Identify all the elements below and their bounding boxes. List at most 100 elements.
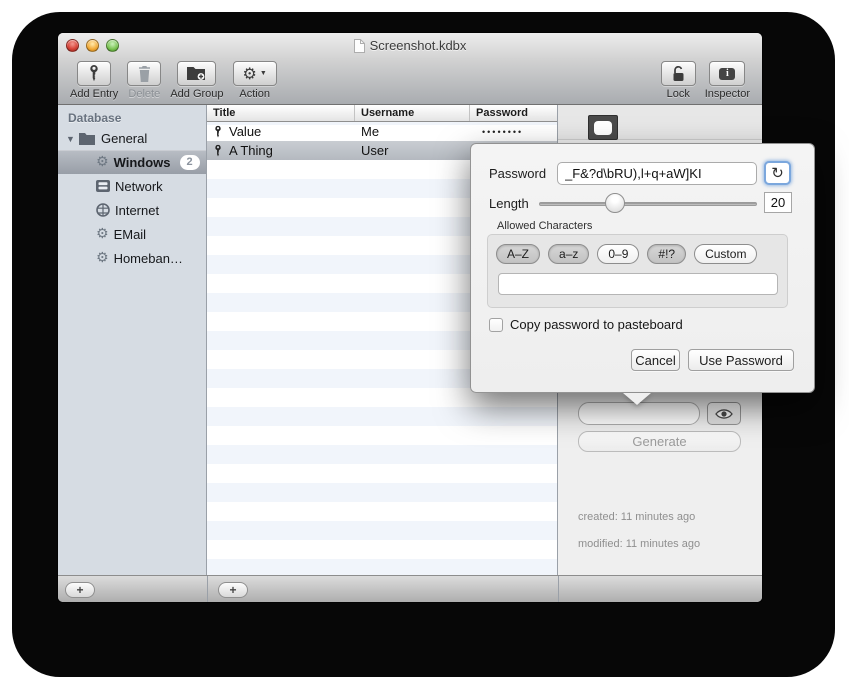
- add-entry-button[interactable]: [77, 61, 111, 86]
- delete-label: Delete: [128, 88, 160, 100]
- close-button[interactable]: [66, 39, 79, 52]
- add-entry-toolbar-item: Add Entry: [70, 61, 118, 100]
- charset-digits-toggle[interactable]: 0–9: [597, 244, 639, 264]
- entry-password-field[interactable]: [578, 402, 700, 425]
- cancel-button[interactable]: Cancel: [631, 349, 680, 371]
- add-group-label: Add Group: [170, 88, 223, 100]
- add-entry-label: Add Entry: [70, 88, 118, 100]
- document-icon: [354, 39, 365, 53]
- eye-icon: [715, 408, 733, 420]
- copy-to-pasteboard-row: Copy password to pasteboard: [489, 317, 683, 332]
- length-value-field[interactable]: [764, 192, 792, 213]
- copy-password-label: Copy password to pasteboard: [510, 317, 683, 332]
- inspector-label: Inspector: [705, 88, 750, 100]
- charset-uppercase-toggle[interactable]: A–Z: [496, 244, 540, 264]
- trash-icon: [138, 66, 151, 82]
- sidebar-item-homebanking[interactable]: ⚙ Homeban…: [58, 246, 206, 270]
- sidebar-item-windows[interactable]: ⚙ Windows 2: [58, 150, 206, 174]
- entry-count-badge: 2: [180, 155, 200, 170]
- window-title: Screenshot.kdbx: [354, 38, 467, 53]
- cell-password: ••••••••: [470, 127, 557, 137]
- sidebar-group-label: General: [101, 131, 147, 146]
- add-group-toolbar-item: Add Group: [170, 61, 223, 100]
- cell-title: Value: [229, 124, 261, 139]
- window-title-text: Screenshot.kdbx: [370, 38, 467, 53]
- inspector-toolbar-item: i Inspector: [705, 61, 750, 100]
- allowed-characters-label: Allowed Characters: [497, 220, 592, 232]
- divider: [207, 576, 208, 602]
- gear-icon: ⚙: [243, 66, 257, 82]
- lock-button[interactable]: [661, 61, 696, 86]
- inspector-icon: i: [719, 68, 735, 80]
- key-icon: [213, 144, 223, 158]
- add-entry-plus-button[interactable]: +: [218, 582, 248, 598]
- charset-symbols-toggle[interactable]: #!?: [647, 244, 686, 264]
- use-password-button[interactable]: Use Password: [688, 349, 794, 371]
- created-timestamp: created: 11 minutes ago: [578, 511, 695, 523]
- zoom-button[interactable]: [106, 39, 119, 52]
- generate-button[interactable]: Generate: [578, 431, 741, 452]
- generated-password-field[interactable]: [557, 162, 757, 185]
- folder-plus-icon: [187, 66, 206, 81]
- add-group-plus-button[interactable]: +: [65, 582, 95, 598]
- length-slider-thumb[interactable]: [605, 193, 625, 213]
- sidebar-group-general[interactable]: ▼ General: [58, 127, 206, 150]
- sidebar-item-label: EMail: [114, 227, 147, 242]
- action-toolbar-item: ⚙ ▼ Action: [233, 61, 277, 100]
- globe-icon: [96, 203, 110, 217]
- gear-icon: ⚙: [96, 155, 109, 169]
- folder-icon: [78, 133, 96, 145]
- popover-arrow: [623, 393, 651, 405]
- sidebar-section-database: Database: [58, 105, 206, 127]
- key-icon: [87, 65, 101, 82]
- lock-toolbar-item: Lock: [661, 61, 696, 100]
- sidebar-item-label: Homeban…: [114, 251, 183, 266]
- unlock-icon: [671, 65, 686, 82]
- table-row[interactable]: Value Me ••••••••: [207, 122, 557, 141]
- column-header-username[interactable]: Username: [355, 105, 470, 121]
- divider: [558, 576, 559, 602]
- key-icon: [213, 125, 223, 139]
- screenshot-canvas: Screenshot.kdbx Add Entry Delete: [0, 0, 849, 685]
- length-slider-track[interactable]: [539, 202, 757, 206]
- cell-title: A Thing: [229, 143, 273, 158]
- reveal-password-button[interactable]: [707, 402, 741, 425]
- sidebar-item-network[interactable]: Network: [58, 174, 206, 198]
- action-button[interactable]: ⚙ ▼: [233, 61, 277, 86]
- delete-button[interactable]: [127, 61, 161, 86]
- cell-username: User: [355, 143, 470, 158]
- sidebar-item-label: Internet: [115, 203, 159, 218]
- custom-characters-field[interactable]: [498, 273, 778, 295]
- column-header-password[interactable]: Password: [470, 105, 557, 121]
- title-bar[interactable]: Screenshot.kdbx: [58, 33, 762, 58]
- network-icon: [96, 180, 110, 192]
- modified-timestamp: modified: 11 minutes ago: [578, 538, 700, 550]
- table-header: Title Username Password: [207, 105, 557, 122]
- add-group-button[interactable]: [177, 61, 216, 86]
- lock-label: Lock: [667, 88, 690, 100]
- entry-image-icon[interactable]: [588, 115, 618, 140]
- length-label: Length: [489, 196, 529, 211]
- gear-icon: ⚙: [96, 251, 109, 265]
- sidebar-item-internet[interactable]: Internet: [58, 198, 206, 222]
- inspector-button[interactable]: i: [709, 61, 745, 86]
- toolbar: Add Entry Delete Add Group ⚙: [58, 58, 762, 105]
- bottom-bar: + +: [58, 575, 762, 602]
- disclosure-triangle-icon[interactable]: ▼: [66, 134, 78, 144]
- charset-custom-toggle[interactable]: Custom: [694, 244, 757, 264]
- delete-toolbar-item: Delete: [127, 61, 161, 100]
- cell-username: Me: [355, 124, 470, 139]
- column-header-title[interactable]: Title: [207, 105, 355, 121]
- password-generator-popover: Password ↻ Length Allowed Characters A–Z…: [470, 143, 815, 393]
- sidebar-item-label: Network: [115, 179, 163, 194]
- copy-password-checkbox[interactable]: [489, 318, 503, 332]
- sidebar: Database ▼ General ⚙ Windows 2 Network: [58, 105, 207, 575]
- password-label: Password: [489, 166, 546, 181]
- refresh-icon: ↻: [771, 164, 784, 182]
- charset-lowercase-toggle[interactable]: a–z: [548, 244, 589, 264]
- chevron-down-icon: ▼: [260, 70, 267, 77]
- minimize-button[interactable]: [86, 39, 99, 52]
- allowed-characters-group: A–Z a–z 0–9 #!? Custom: [487, 234, 788, 308]
- sidebar-item-email[interactable]: ⚙ EMail: [58, 222, 206, 246]
- regenerate-button[interactable]: ↻: [764, 161, 791, 185]
